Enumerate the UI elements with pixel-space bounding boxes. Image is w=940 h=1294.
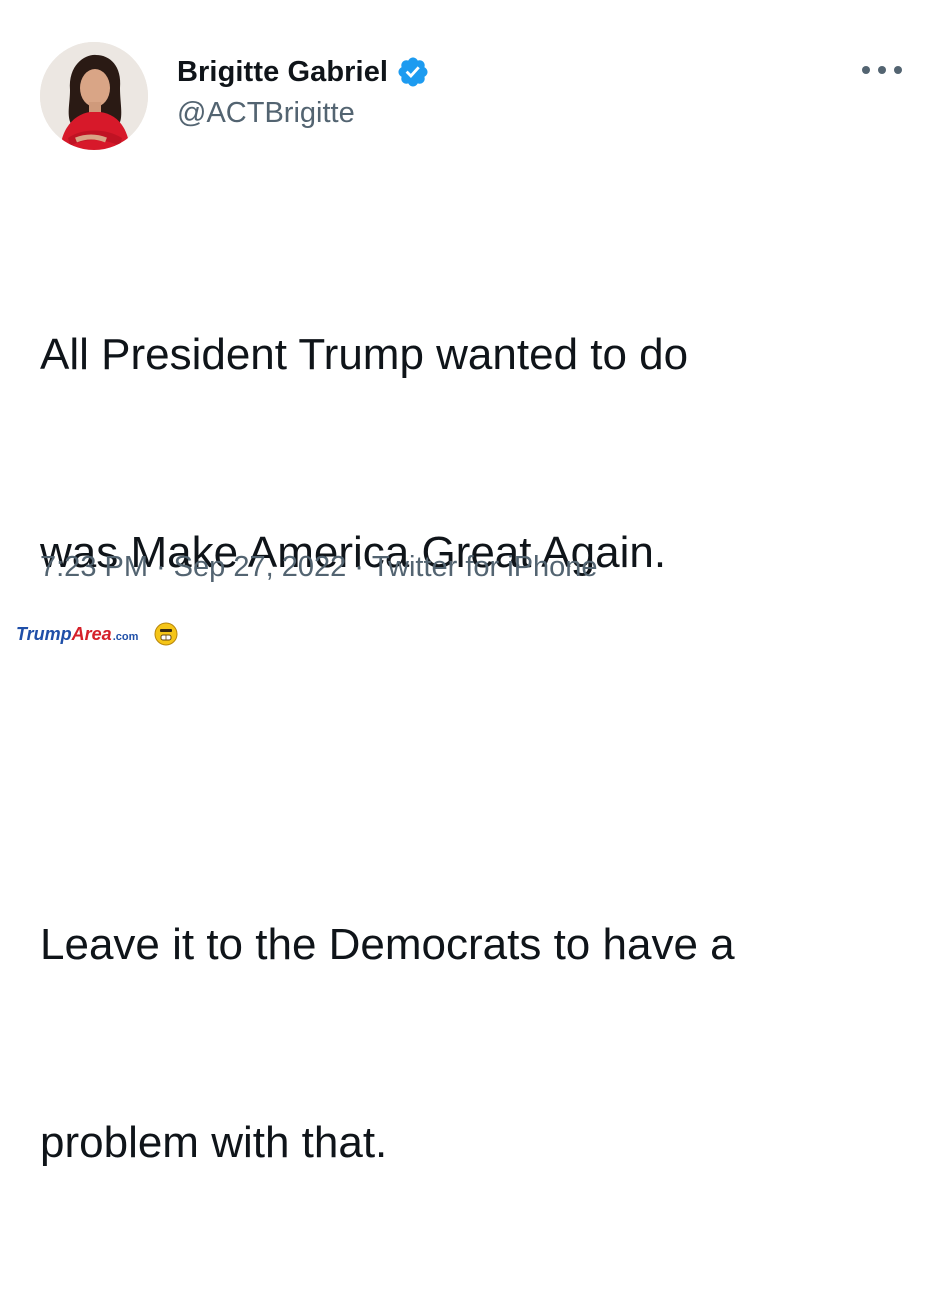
tweet-date[interactable]: Sep 27, 2022 bbox=[174, 551, 347, 583]
watermark-part-3: .com bbox=[112, 630, 139, 643]
author-display-name[interactable]: Brigitte Gabriel bbox=[177, 56, 388, 89]
author-row: Brigitte Gabriel bbox=[177, 52, 430, 92]
author-handle[interactable]: @ACTBrigitte bbox=[177, 97, 355, 130]
tweet-time[interactable]: 7:23 PM bbox=[40, 551, 148, 583]
emoji-face-icon bbox=[154, 622, 178, 646]
avatar[interactable] bbox=[40, 42, 148, 150]
site-watermark: Trump Area .com bbox=[16, 622, 178, 646]
more-dot bbox=[862, 66, 870, 74]
meta-separator: · bbox=[354, 551, 364, 583]
tweet-text-line: problem with that. bbox=[40, 1118, 388, 1167]
tweet-source[interactable]: Twitter for iPhone bbox=[372, 551, 598, 583]
watermark-part-2: Area bbox=[71, 623, 112, 644]
verified-badge-icon bbox=[396, 55, 430, 89]
ellipsis-icon[interactable] bbox=[862, 58, 902, 82]
more-dot bbox=[878, 66, 886, 74]
tweet-text: All President Trump wanted to do was Mak… bbox=[40, 190, 910, 1294]
watermark-part-1: Trump bbox=[16, 623, 72, 644]
meta-separator: · bbox=[156, 551, 166, 583]
tweet-text-line: All President Trump wanted to do bbox=[40, 330, 689, 379]
tweet-text-line: Leave it to the Democrats to have a bbox=[40, 920, 735, 969]
more-dot bbox=[894, 66, 902, 74]
tweet-meta: 7:23 PM · Sep 27, 2022 · Twitter for iPhone bbox=[40, 551, 598, 584]
profile-photo-icon bbox=[40, 42, 148, 150]
